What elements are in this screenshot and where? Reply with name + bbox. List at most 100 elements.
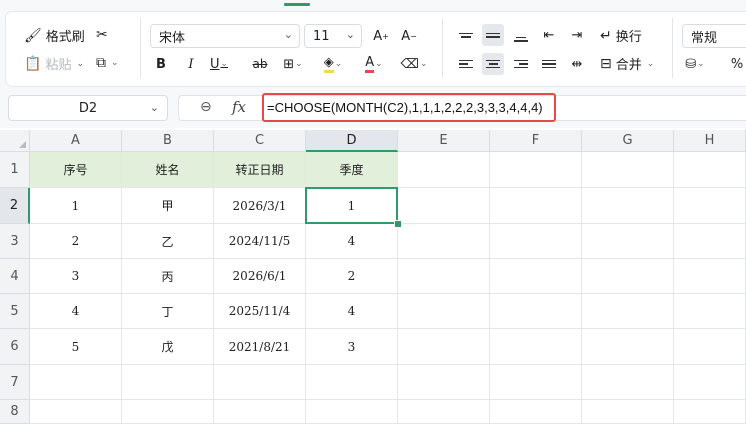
cell-c6[interactable]: 2021/8/21 (214, 329, 306, 365)
cell-b1[interactable]: 姓名 (122, 152, 214, 188)
cell-h6[interactable] (674, 329, 746, 365)
underline-button[interactable]: U ⌄ (208, 53, 230, 75)
cell-a7[interactable] (30, 365, 122, 400)
row-header-1[interactable]: 1 (0, 152, 30, 188)
cell-h5[interactable] (674, 294, 746, 329)
cell-a5[interactable]: 4 (30, 294, 122, 329)
cell-d8[interactable] (306, 400, 398, 424)
cell-d1[interactable]: 季度 (306, 152, 398, 188)
align-top-button[interactable] (455, 24, 477, 46)
cell-c8[interactable] (214, 400, 306, 424)
cell-e5[interactable] (398, 294, 490, 329)
cell-g4[interactable] (582, 259, 674, 294)
cell-e2[interactable] (398, 188, 490, 224)
cell-e7[interactable] (398, 365, 490, 400)
cell-d5[interactable]: 4 (306, 294, 398, 329)
cell-h7[interactable] (674, 365, 746, 400)
row-header-5[interactable]: 5 (0, 294, 30, 329)
paste-button[interactable]: 📋 粘贴 ⌄ (24, 54, 84, 74)
cell-g6[interactable] (582, 329, 674, 365)
cell-a3[interactable]: 2 (30, 224, 122, 259)
align-bottom-button[interactable] (510, 24, 532, 46)
column-header-f[interactable]: F (490, 130, 582, 152)
align-left-button[interactable] (455, 53, 477, 75)
cell-g2[interactable] (582, 188, 674, 224)
wrap-text-button[interactable]: ↵ 换行 (600, 26, 642, 46)
name-box[interactable]: D2 ⌄ (8, 95, 168, 121)
font-size-select[interactable]: 11 ⌄ (304, 24, 362, 48)
cell-g1[interactable] (582, 152, 674, 188)
cell-e4[interactable] (398, 259, 490, 294)
cell-e3[interactable] (398, 224, 490, 259)
row-header-3[interactable]: 3 (0, 224, 30, 259)
row-header-2[interactable]: 2 (0, 188, 30, 224)
cell-f4[interactable] (490, 259, 582, 294)
align-middle-button[interactable] (482, 24, 504, 46)
cut-button[interactable]: ✂ (96, 26, 108, 44)
cell-c1[interactable]: 转正日期 (214, 152, 306, 188)
row-header-7[interactable]: 7 (0, 365, 30, 400)
fill-color-button[interactable]: ◈ ⌄ (322, 53, 344, 75)
font-name-select[interactable]: 宋体 ⌄ (150, 24, 300, 48)
cell-h4[interactable] (674, 259, 746, 294)
cell-a2[interactable]: 1 (30, 188, 122, 224)
function-button[interactable]: fx (232, 98, 246, 116)
cell-a4[interactable]: 3 (30, 259, 122, 294)
cell-d3[interactable]: 4 (306, 224, 398, 259)
select-all-corner[interactable] (0, 130, 30, 152)
cell-c3[interactable]: 2024/11/5 (214, 224, 306, 259)
cell-f3[interactable] (490, 224, 582, 259)
cell-e8[interactable] (398, 400, 490, 424)
cell-h1[interactable] (674, 152, 746, 188)
cell-g5[interactable] (582, 294, 674, 329)
column-header-a[interactable]: A (30, 130, 122, 152)
strikethrough-button[interactable]: ab (249, 53, 271, 75)
number-format-select[interactable]: 常规 (682, 24, 746, 48)
cell-c7[interactable] (214, 365, 306, 400)
cell-b4[interactable]: 丙 (122, 259, 214, 294)
cell-h3[interactable] (674, 224, 746, 259)
cell-a1[interactable]: 序号 (30, 152, 122, 188)
cell-b6[interactable]: 戊 (122, 329, 214, 365)
column-header-b[interactable]: B (122, 130, 214, 152)
cell-e6[interactable] (398, 329, 490, 365)
cell-h2[interactable] (674, 188, 746, 224)
justify-button[interactable] (538, 53, 560, 75)
cell-c4[interactable]: 2026/6/1 (214, 259, 306, 294)
cell-f1[interactable] (490, 152, 582, 188)
increase-indent-button[interactable]: ⇥ (566, 24, 588, 46)
decrease-font-button[interactable]: A − (398, 25, 420, 47)
align-right-button[interactable] (510, 53, 532, 75)
borders-button[interactable]: ⊞ ⌄ (282, 53, 304, 75)
cell-d7[interactable] (306, 365, 398, 400)
cell-c5[interactable]: 2025/11/4 (214, 294, 306, 329)
decrease-indent-button[interactable]: ⇤ (538, 24, 560, 46)
column-header-e[interactable]: E (398, 130, 490, 152)
copy-button[interactable]: ⧉ ⌄ (96, 54, 119, 72)
cell-f6[interactable] (490, 329, 582, 365)
cell-f5[interactable] (490, 294, 582, 329)
currency-button[interactable]: ⛁ ⌄ (684, 53, 706, 75)
merge-button[interactable]: ⊟ 合并 ⌄ (600, 54, 654, 74)
distribute-button[interactable]: ⇹ (566, 53, 588, 75)
cell-f8[interactable] (490, 400, 582, 424)
zoom-out-icon[interactable]: ⊖ (200, 99, 212, 115)
cell-a6[interactable]: 5 (30, 329, 122, 365)
cell-b3[interactable]: 乙 (122, 224, 214, 259)
bold-button[interactable]: B (150, 53, 172, 75)
cell-e1[interactable] (398, 152, 490, 188)
cell-f7[interactable] (490, 365, 582, 400)
cell-b7[interactable] (122, 365, 214, 400)
cell-g7[interactable] (582, 365, 674, 400)
cell-d4[interactable]: 2 (306, 259, 398, 294)
align-center-button[interactable] (482, 53, 504, 75)
column-header-c[interactable]: C (214, 130, 306, 152)
cell-b8[interactable] (122, 400, 214, 424)
cell-f2[interactable] (490, 188, 582, 224)
row-header-6[interactable]: 6 (0, 329, 30, 365)
percent-button[interactable]: % (726, 53, 746, 75)
increase-font-button[interactable]: A + (370, 25, 392, 47)
format-painter-button[interactable]: 🖌 格式刷 (24, 26, 85, 46)
font-color-button[interactable]: A ⌄ (363, 53, 385, 75)
clear-format-button[interactable]: ⌫ ⌄ (401, 53, 428, 75)
